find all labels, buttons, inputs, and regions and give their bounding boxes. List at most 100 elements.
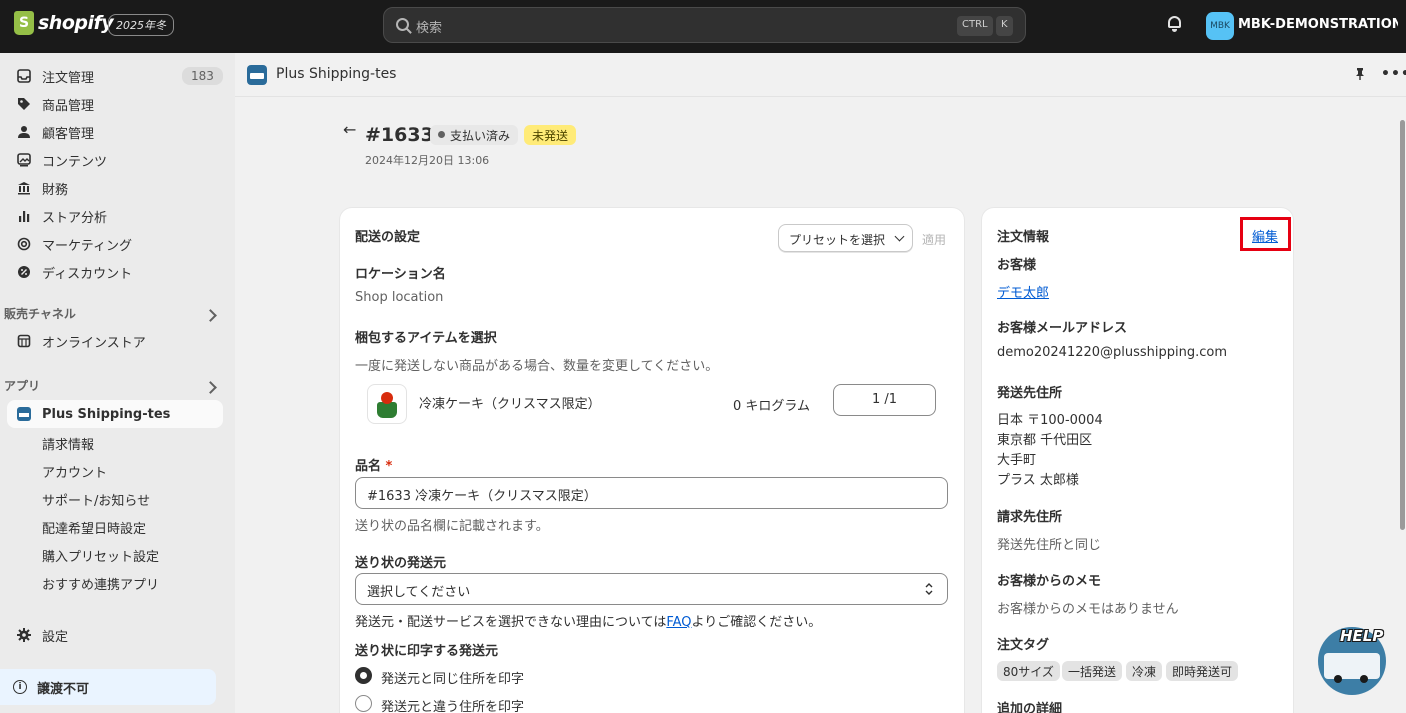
search-icon xyxy=(396,18,409,31)
store-icon xyxy=(16,333,32,349)
back-arrow-icon[interactable]: ← xyxy=(343,120,356,139)
sidebar-item-settings[interactable]: 設定 xyxy=(16,623,68,647)
product-weight: 0 キログラム xyxy=(733,399,811,414)
sidebar-item-label: ディスカウント xyxy=(42,266,133,282)
sidebar-item-online-store[interactable]: オンラインストア xyxy=(16,329,146,353)
sidebar-item-products[interactable]: 商品管理 xyxy=(16,92,94,116)
sidebar-item-analytics[interactable]: ストア分析 xyxy=(16,204,107,228)
sidebar-item-label: マーケティング xyxy=(42,238,132,254)
sidebar-subitem-recommended-apps[interactable]: おすすめ連携アプリ xyxy=(42,574,159,593)
sidebar-item-label: 注文管理 xyxy=(42,70,95,86)
fulfillment-status-badge: 未発送 xyxy=(524,125,577,145)
shopify-logo[interactable]: shopify xyxy=(14,11,114,35)
help-label: HELP xyxy=(1340,627,1384,645)
more-options-icon[interactable]: ••• xyxy=(1381,66,1406,82)
sidebar-item-orders[interactable]: 注文管理 xyxy=(16,64,94,88)
customer-label: お客様 xyxy=(997,258,1037,273)
sales-channels-heading[interactable]: 販売チャネル xyxy=(4,305,76,322)
radio-same-address-label: 発送元と同じ住所を印字 xyxy=(381,672,525,687)
sidebar-item-label: Plus Shipping-tes xyxy=(42,406,171,422)
order-tag: 80サイズ xyxy=(997,661,1060,681)
shipping-settings-title: 配送の設定 xyxy=(355,230,421,245)
scrollbar-thumb[interactable] xyxy=(1400,120,1405,530)
sidebar-item-label: ストア分析 xyxy=(42,210,108,226)
apps-heading[interactable]: アプリ xyxy=(4,377,40,394)
order-tag: 一括発送 xyxy=(1062,661,1123,681)
items-label: 梱包するアイテムを選択 xyxy=(355,331,497,346)
radio-other-address[interactable] xyxy=(355,695,372,712)
sender-select[interactable]: 選択してください xyxy=(355,573,948,605)
order-tag: 即時発送可 xyxy=(1166,661,1239,681)
bank-icon xyxy=(16,180,32,196)
customer-name-link[interactable]: デモ太郎 xyxy=(997,282,1049,301)
ship-address-line: プラス 太郎様 xyxy=(997,473,1079,488)
order-info-title: 注文情報 xyxy=(997,230,1050,245)
sidebar-item-label: 設定 xyxy=(42,629,69,645)
item-name-label: 品名 * xyxy=(355,459,393,474)
bell-icon[interactable] xyxy=(1167,15,1182,32)
order-date: 2024年12月20日 13:06 xyxy=(365,154,490,167)
sidebar-subitem-billing[interactable]: 請求情報 xyxy=(42,434,94,453)
billing-value: 発送先住所と同じ xyxy=(997,538,1102,553)
ship-address-line: 日本 〒100-0004 xyxy=(997,413,1103,428)
edition-badge[interactable]: 2025年冬 xyxy=(108,14,174,36)
sidebar-item-discounts[interactable]: ディスカウント xyxy=(16,260,132,284)
sidebar-subitem-delivery-time[interactable]: 配達希望日時設定 xyxy=(42,518,146,537)
select-preset-button[interactable]: プリセットを選択 xyxy=(778,224,913,252)
product-thumbnail xyxy=(367,384,407,424)
shopify-bag-icon xyxy=(14,11,34,35)
sidebar-item-label: 商品管理 xyxy=(42,98,95,114)
image-icon xyxy=(16,152,32,168)
item-name-input[interactable]: #1633 冷凍ケーキ（クリスマス限定） xyxy=(355,477,948,509)
ship-address-line: 東京都 千代田区 xyxy=(997,433,1093,448)
info-icon: i xyxy=(13,680,27,694)
pin-icon[interactable] xyxy=(1355,68,1365,80)
memo-label: お客様からのメモ xyxy=(997,574,1102,589)
sidebar-item-marketing[interactable]: マーケティング xyxy=(16,232,132,256)
kbd-ctrl: CTRL xyxy=(957,16,993,36)
tag-icon xyxy=(16,96,32,112)
location-label: ロケーション名 xyxy=(355,267,446,282)
avatar[interactable]: MBK xyxy=(1206,12,1234,40)
paid-status-badge: 支払い済み xyxy=(430,125,519,145)
memo-value: お客様からのメモはありません xyxy=(997,602,1179,617)
select-preset-label: プリセットを選択 xyxy=(789,233,886,247)
edit-link[interactable]: 編集 xyxy=(1252,226,1278,245)
sidebar-item-customers[interactable]: 顧客管理 xyxy=(16,120,94,144)
order-tag: 冷凍 xyxy=(1126,661,1163,681)
radio-same-address[interactable] xyxy=(355,667,372,684)
quantity-input[interactable]: 1 /1 xyxy=(833,384,936,416)
gear-icon xyxy=(16,627,32,643)
faq-link[interactable]: FAQ xyxy=(666,615,691,630)
sender-label: 送り状の発送元 xyxy=(355,556,447,571)
not-transferable-label: 譲渡不可 xyxy=(37,682,90,697)
select-arrows-icon xyxy=(925,583,933,595)
sidebar-subitem-support[interactable]: サポート/お知らせ xyxy=(42,490,150,509)
inbox-icon xyxy=(16,68,32,84)
store-name[interactable]: MBK-DEMONSTRATION-... xyxy=(1238,17,1398,32)
not-transferable-banner xyxy=(0,669,216,705)
sidebar-subitem-purchase-preset[interactable]: 購入プリセット設定 xyxy=(42,546,159,565)
tags-label: 注文タグ xyxy=(997,638,1050,653)
sidebar-item-plus-shipping[interactable]: Plus Shipping-tes xyxy=(16,402,170,426)
chevron-down-icon xyxy=(894,231,905,242)
additional-details-label: 追加の詳細 xyxy=(997,702,1063,713)
sidebar-item-label: 顧客管理 xyxy=(42,126,95,142)
ship-address-label: 発送先住所 xyxy=(997,386,1063,401)
email-label: お客様メールアドレス xyxy=(997,321,1128,336)
logo-text: shopify xyxy=(38,12,114,34)
truck-icon xyxy=(1324,653,1380,683)
sidebar-item-label: 財務 xyxy=(42,182,69,198)
apply-button[interactable]: 適用 xyxy=(922,231,946,248)
plus-shipping-app-icon xyxy=(247,65,267,85)
help-widget-button[interactable]: HELP xyxy=(1318,627,1386,695)
sidebar-item-content[interactable]: コンテンツ xyxy=(16,148,107,172)
sidebar-subitem-account[interactable]: アカウント xyxy=(42,462,107,481)
order-number: #1633 xyxy=(365,124,434,146)
ship-address-line: 大手町 xyxy=(997,453,1037,468)
location-value: Shop location xyxy=(355,290,444,305)
search-placeholder: 検索 xyxy=(416,21,443,36)
kbd-k: K xyxy=(996,16,1013,36)
sidebar-item-finance[interactable]: 財務 xyxy=(16,176,68,200)
search-input[interactable]: 検索 CTRL K xyxy=(383,7,1026,43)
